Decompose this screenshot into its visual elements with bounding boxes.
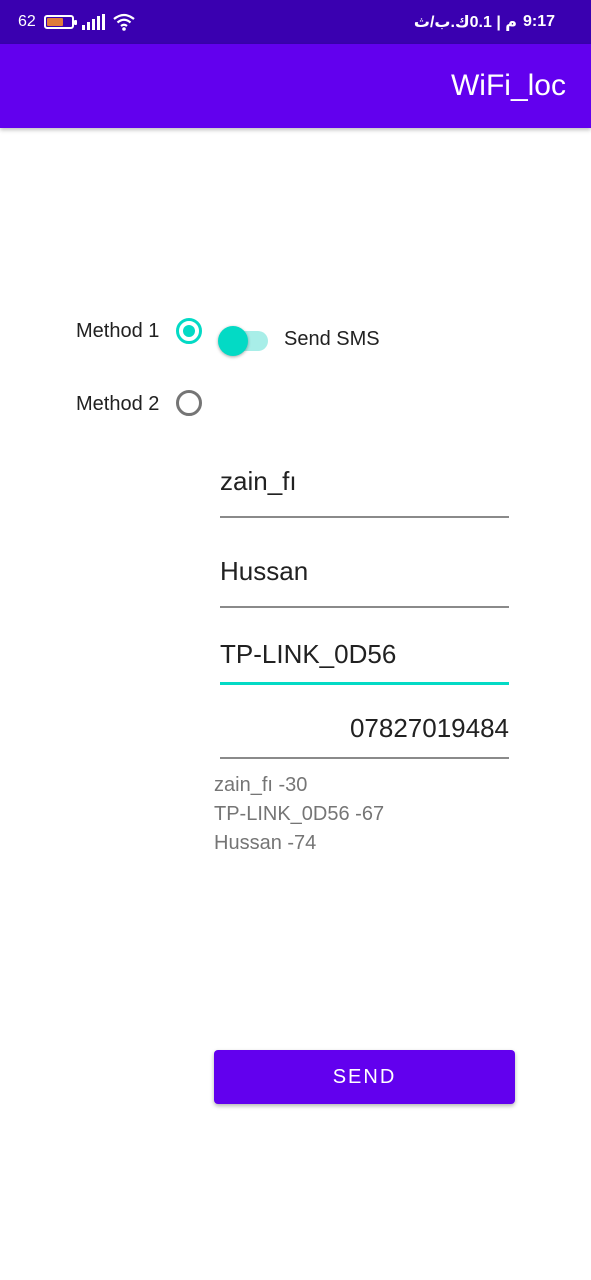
battery-level: 62 [18,13,36,30]
switch-thumb [218,326,248,356]
method-2-radio[interactable] [176,390,202,416]
network-3-input[interactable]: TP-LINK_0D56 [220,639,509,685]
battery-icon [43,15,77,29]
input-underline [220,682,509,685]
network-1-input[interactable]: zain_fı [220,466,509,518]
clock: 9:17 [522,13,555,30]
status-bar-left: 62 [18,0,135,44]
scan-result-item: Hussan -74 [214,832,317,854]
method-1-label: Method 1 [76,320,160,342]
network-speed: م | 0.1ك.ب/ث [413,14,517,31]
status-bar-right: م | 0.1ك.ب/ث 9:17 [414,0,555,44]
input-underline [220,516,509,518]
send-sms-label: Send SMS [284,328,380,350]
battery-fill [46,18,63,26]
input-underline [220,757,509,759]
send-button[interactable]: SEND [214,1050,515,1104]
signal-bars-icon [81,14,105,30]
scan-result-item: zain_fı -30 [214,774,308,796]
method-1-radio[interactable] [176,318,202,344]
network-2-input[interactable]: Hussan [220,556,509,608]
app-bar: WiFi_loc [0,44,591,128]
method-2-label: Method 2 [76,393,160,415]
status-bar: 62 م | 0.1ك.ب/ث 9:17 [0,0,591,44]
send-sms-switch[interactable] [218,324,270,358]
app-title: WiFi_loc [450,69,566,102]
wifi-icon [113,13,135,31]
network-2-value: Hussan [220,556,309,586]
scan-result-item: TP-LINK_0D56 -67 [214,803,385,825]
input-underline [220,606,509,608]
phone-number-value: 07827019484 [349,713,509,743]
network-1-value: zain_fı [220,466,297,496]
network-3-value: TP-LINK_0D56 [220,639,397,669]
scan-results-list: zain_fı -30 TP-LINK_0D56 -67 Hussan -74 [214,771,384,858]
phone-number-input[interactable]: 07827019484 [220,713,509,759]
